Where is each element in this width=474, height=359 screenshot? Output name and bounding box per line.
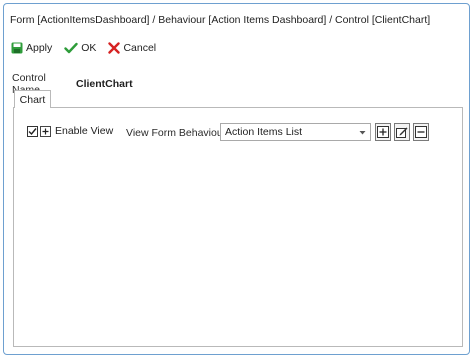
add-behaviour-button[interactable] (375, 123, 391, 141)
control-dialog: Form [ActionItemsDashboard] / Behaviour … (3, 3, 470, 355)
apply-button[interactable]: Apply (11, 42, 52, 54)
cancel-button[interactable]: Cancel (108, 42, 156, 54)
check-icon (64, 42, 78, 54)
enable-view-label: Enable View (55, 125, 114, 137)
expand-icon[interactable] (40, 125, 51, 137)
edit-icon (396, 127, 408, 138)
enable-view-row: Enable View (27, 125, 113, 137)
ok-button[interactable]: OK (64, 42, 96, 54)
view-form-behaviour-label: View Form Behaviour (126, 127, 227, 139)
close-icon (108, 42, 121, 54)
save-icon (11, 42, 23, 54)
apply-label: Apply (26, 42, 53, 54)
toolbar: Apply OK Cancel (11, 39, 168, 57)
remove-icon (415, 126, 427, 138)
chevron-down-icon (359, 131, 366, 135)
view-form-behaviour-select[interactable]: Action Items List (220, 123, 371, 141)
window-title: Form [ActionItemsDashboard] / Behaviour … (10, 14, 431, 26)
tab-chart[interactable]: Chart (14, 90, 51, 108)
checkmark-icon (28, 127, 37, 135)
ok-label: OK (81, 42, 97, 54)
enable-view-checkbox[interactable] (27, 125, 38, 137)
edit-behaviour-button[interactable] (394, 123, 410, 141)
cancel-label: Cancel (123, 42, 157, 54)
control-name-value: ClientChart (76, 78, 133, 90)
remove-behaviour-button[interactable] (413, 123, 429, 141)
chart-tab-panel: Enable View View Form Behaviour Action I… (13, 107, 463, 347)
add-icon (377, 126, 389, 138)
view-form-behaviour-value: Action Items List (225, 126, 303, 138)
